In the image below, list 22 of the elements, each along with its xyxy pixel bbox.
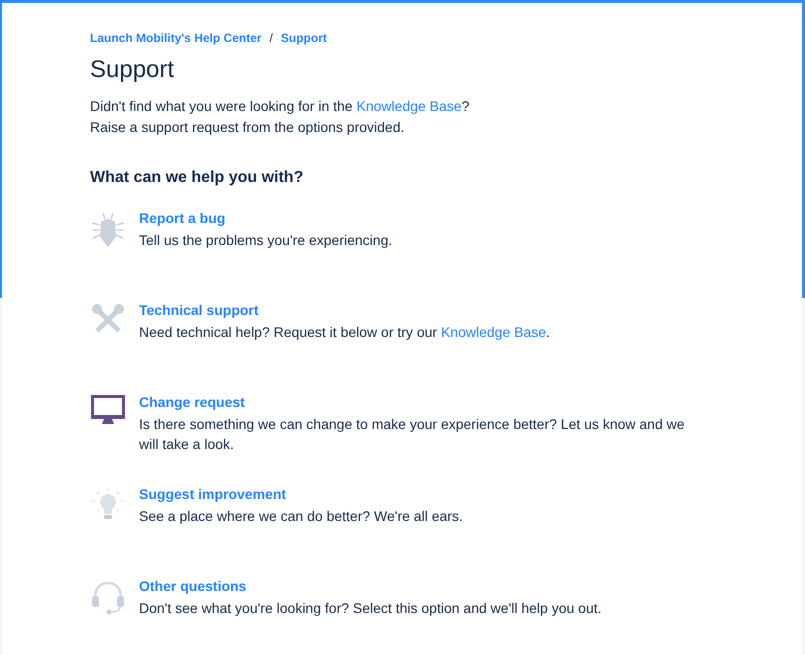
breadcrumb-separator: / — [270, 31, 273, 45]
bug-icon — [90, 211, 124, 249]
option-link[interactable]: Report a bug — [139, 209, 226, 227]
breadcrumb-link[interactable]: Launch Mobility's Help Center — [90, 31, 262, 45]
option-description: Tell us the problems you're experiencing. — [139, 231, 394, 250]
option-description: Need technical help? Request it below or try our Knowledge Base. — [139, 323, 551, 342]
option-link[interactable]: Change request — [139, 393, 245, 411]
option-description: Don't see what you're looking for? Select this option and we'll help you out. — [139, 599, 603, 618]
option-link[interactable]: Technical support — [139, 301, 259, 319]
section-heading: What can we help you with? — [90, 169, 304, 187]
option-description: Is there something we can change to make your experience better? Let us know and we will take a look. — [139, 415, 686, 454]
option-link[interactable]: Other questions — [139, 577, 246, 595]
option-description: See a place where we can do better? We're all ears. — [139, 507, 464, 526]
knowledge-base-link[interactable]: Knowledge Base — [356, 98, 462, 114]
breadcrumb-link[interactable]: Support — [280, 31, 327, 45]
intro-text: Didn't find what you were looking for in the Knowledge Base? — [90, 97, 470, 116]
intro-text: Raise a support request from the options provided. — [90, 118, 406, 137]
knowledge-base-link[interactable]: Knowledge Base — [440, 324, 546, 340]
page-title: Support — [90, 56, 176, 84]
option-link[interactable]: Suggest improvement — [139, 485, 286, 503]
headset-icon — [90, 579, 124, 615]
monitor-icon — [90, 395, 124, 425]
